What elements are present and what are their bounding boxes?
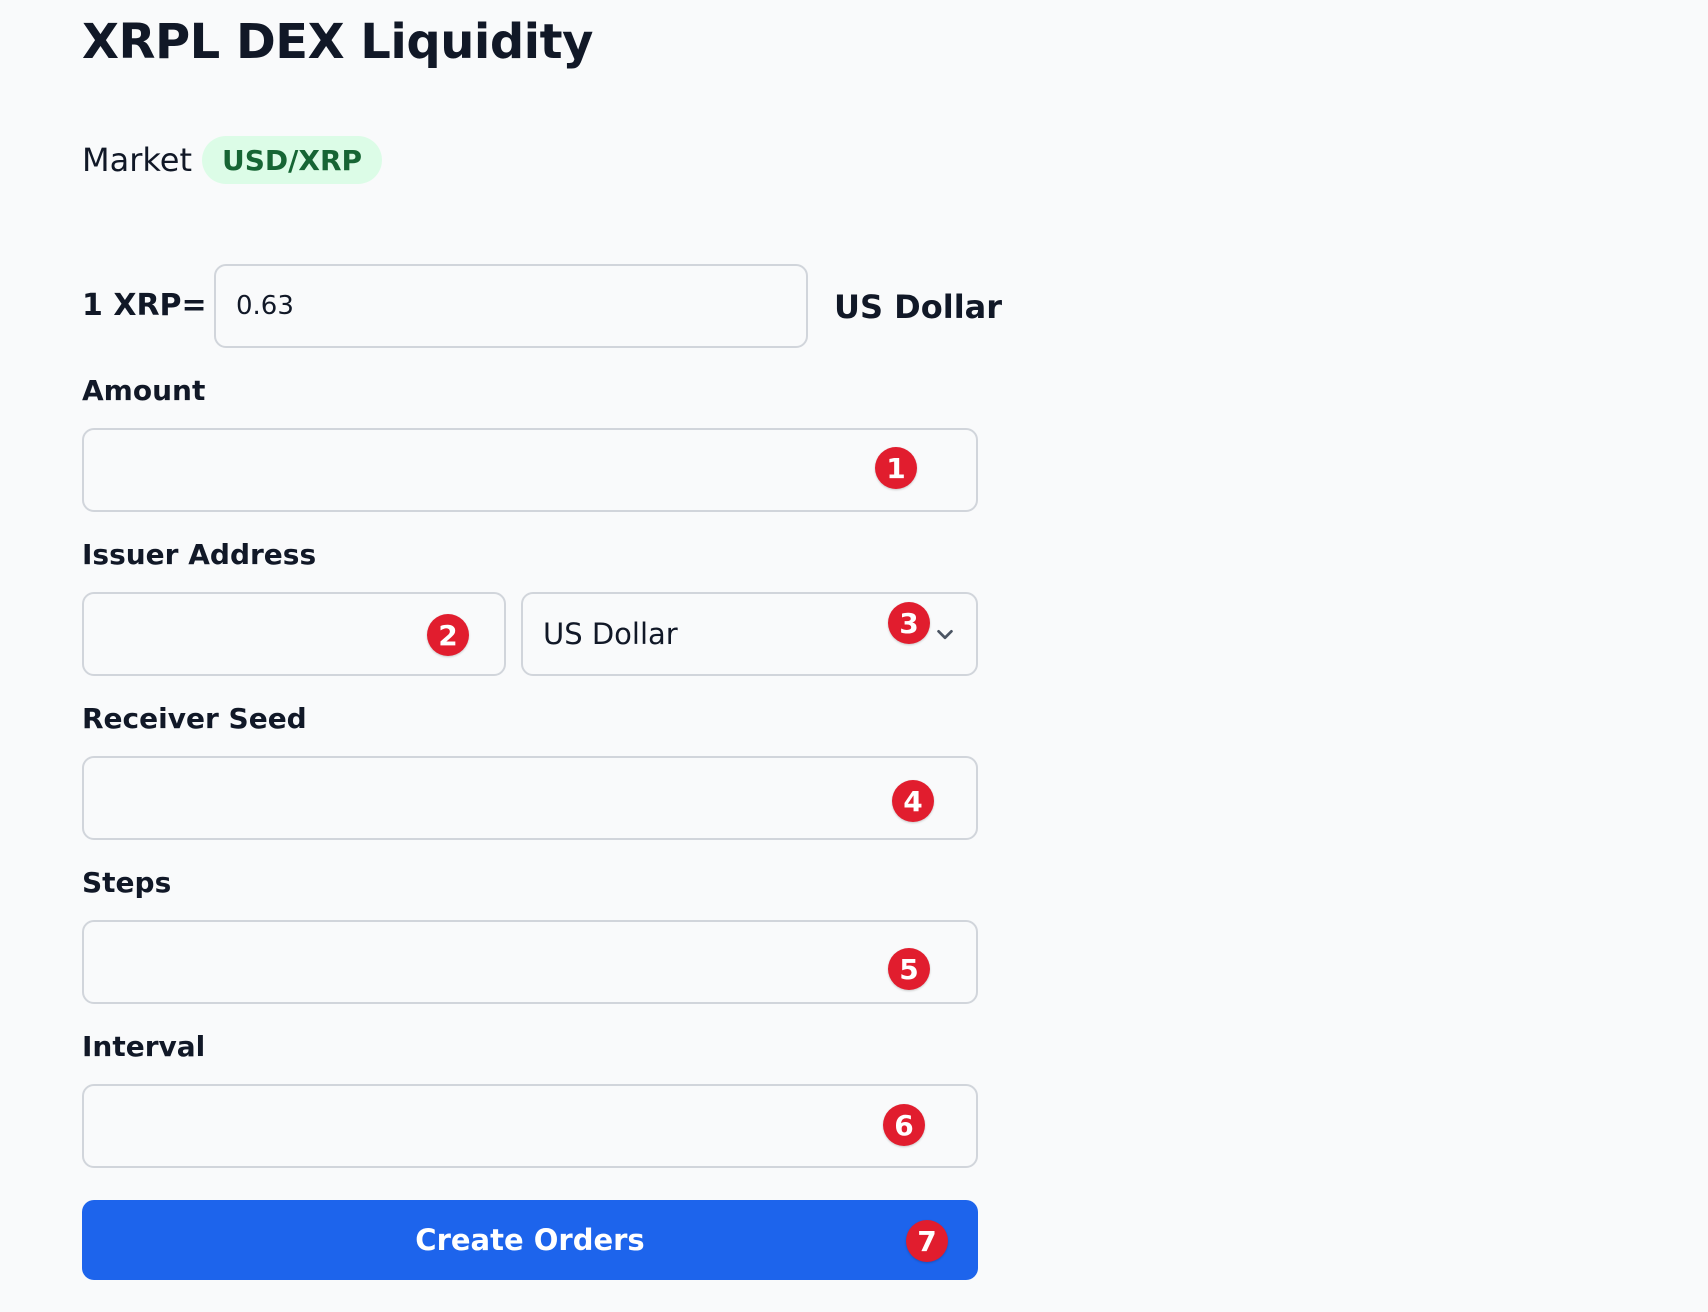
steps-label: Steps (82, 866, 172, 899)
page-title: XRPL DEX Liquidity (82, 14, 593, 70)
create-orders-button[interactable]: Create Orders (82, 1200, 978, 1280)
step-badge-7: 7 (906, 1220, 948, 1262)
step-badge-5: 5 (888, 948, 930, 990)
liquidity-page: XRPL DEX Liquidity Market USD/XRP 1 XRP=… (0, 0, 1708, 1312)
interval-input[interactable] (82, 1084, 978, 1168)
steps-input[interactable] (82, 920, 978, 1004)
rate-currency-label: US Dollar (834, 288, 1003, 326)
issuer-currency-value: US Dollar (543, 617, 678, 651)
step-badge-3: 3 (888, 602, 930, 644)
step-badge-1: 1 (875, 447, 917, 489)
step-badge-6: 6 (883, 1104, 925, 1146)
receiver-seed-label: Receiver Seed (82, 702, 307, 735)
step-badge-4: 4 (892, 780, 934, 822)
step-badge-2: 2 (427, 614, 469, 656)
market-pair-badge: USD/XRP (202, 136, 383, 184)
rate-input[interactable] (214, 264, 808, 348)
chevron-down-icon (937, 629, 953, 640)
interval-label: Interval (82, 1030, 206, 1063)
amount-label: Amount (82, 374, 206, 407)
market-label: Market (82, 141, 192, 179)
amount-input[interactable] (82, 428, 978, 512)
receiver-seed-input[interactable] (82, 756, 978, 840)
rate-label: 1 XRP= (82, 288, 207, 323)
market-row: Market USD/XRP (82, 136, 383, 184)
issuer-address-label: Issuer Address (82, 538, 317, 571)
